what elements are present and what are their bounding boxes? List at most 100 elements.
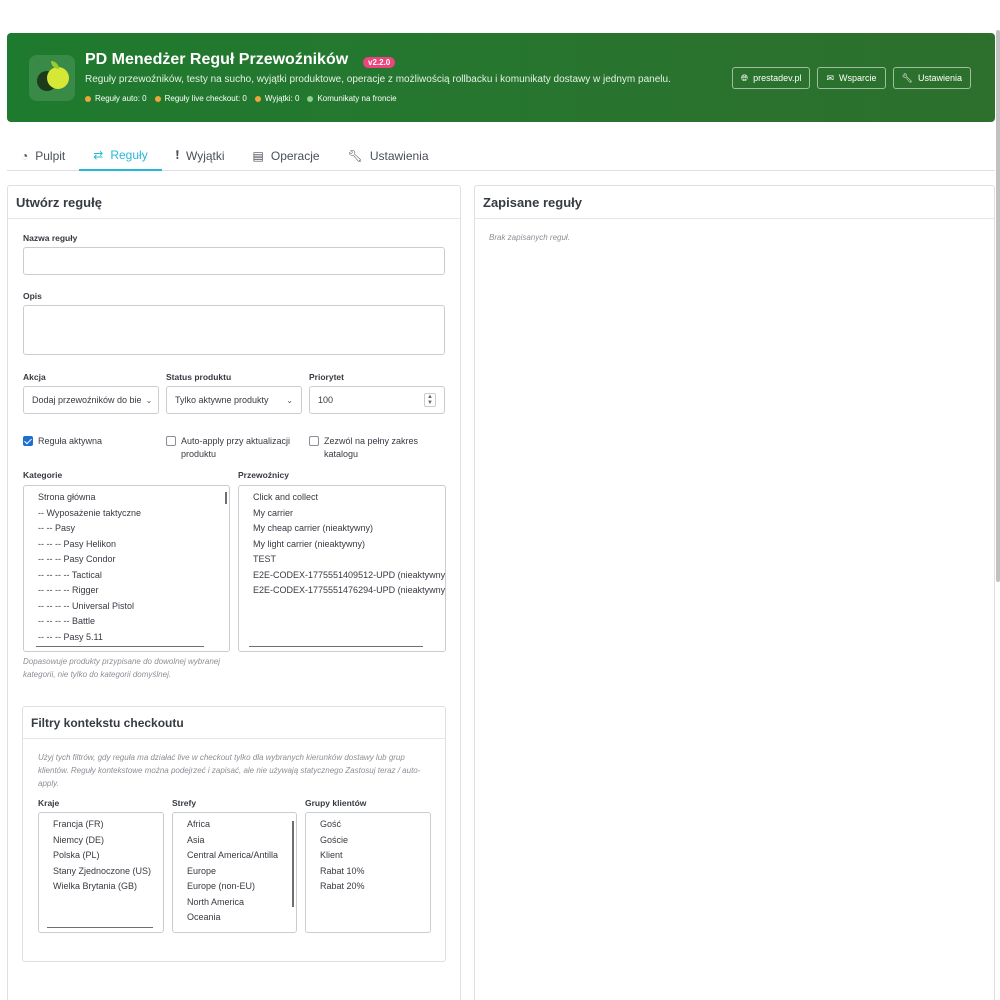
carrier-option[interactable]: E2E-CODEX-1775551476294-UPD (nieaktywny) (253, 583, 445, 599)
saved-rules-title: Zapisane reguły (475, 186, 994, 219)
carrier-option[interactable]: My cheap carrier (nieaktywny) (253, 521, 445, 537)
categories-hint: Dopasowuje produkty przypisane do dowoln… (23, 657, 221, 679)
shuffle-icon: ⇄ (93, 147, 104, 162)
category-option[interactable]: Strona główna (38, 490, 229, 506)
list-icon: ▤ (252, 148, 264, 163)
zone-option[interactable]: Central America/Antilla (187, 848, 286, 864)
countries-listbox[interactable]: Francja (FR) Niemcy (DE) Polska (PL) Sta… (38, 812, 164, 933)
category-option[interactable]: -- -- -- Pasy 5.11 (38, 630, 229, 646)
exclamation-icon: ❗︎ (175, 148, 179, 162)
country-option[interactable]: Stany Zjednoczone (US) (53, 864, 163, 880)
active-checkbox[interactable] (23, 436, 33, 446)
tab-pulpit[interactable]: ◔ Pulpit (7, 140, 79, 171)
tab-operacje[interactable]: ▤ Operacje (239, 140, 334, 171)
wrench-icon: 🔧︎ (901, 72, 913, 83)
category-option[interactable]: -- -- -- -- Battle (38, 614, 229, 630)
zones-label: Strefy (172, 798, 197, 808)
category-option[interactable]: -- -- -- Pasy Helikon (38, 537, 229, 553)
module-logo-icon (29, 55, 75, 101)
country-option[interactable]: Polska (PL) (53, 848, 163, 864)
product-status-select[interactable]: Tylko aktywne produkty ⌄ (166, 386, 302, 414)
header-stats: Reguły auto: 0 Reguły live checkout: 0 W… (85, 94, 397, 103)
autoapply-checkbox[interactable] (166, 436, 176, 446)
country-option[interactable]: Francja (FR) (53, 817, 163, 833)
prestadev-link-button[interactable]: 🌐︎ prestadev.pl (731, 67, 811, 89)
stat-exceptions: Wyjątki: 0 (254, 94, 299, 103)
carrier-option[interactable]: E2E-CODEX-1775551409512-UPD (nieaktywny) (253, 568, 445, 584)
action-select[interactable]: Dodaj przewoźników do bie ⌄ (23, 386, 159, 414)
header-buttons: 🌐︎ prestadev.pl ✉ Wsparcie 🔧︎ Ustawienia (731, 67, 971, 89)
module-subtitle: Reguły przewoźników, testy na sucho, wyj… (85, 74, 671, 85)
tab-ustawienia[interactable]: 🔧︎ Ustawienia (334, 140, 443, 171)
carrier-option[interactable]: My carrier (253, 506, 445, 522)
wrench-icon: 🔧︎ (347, 148, 363, 163)
zone-option[interactable]: Europe (187, 864, 286, 880)
carriers-listbox[interactable]: Click and collect My carrier My cheap ca… (238, 485, 446, 652)
create-rule-title: Utwórz regułę (8, 186, 460, 219)
zone-option[interactable]: Africa (187, 817, 286, 833)
chevron-down-icon: ⌄ (286, 395, 293, 405)
stat-auto-rules: Reguły auto: 0 (85, 94, 147, 103)
group-option[interactable]: Rabat 20% (320, 879, 430, 895)
priority-input[interactable]: 100 ▲ ▼ (309, 386, 445, 414)
category-option[interactable]: -- -- Pasy (38, 521, 229, 537)
carriers-hscrollbar[interactable] (249, 646, 423, 647)
main-tabs: ◔ Pulpit ⇄ Reguły ❗︎ Wyjątki ▤ Operacje 🔧︎ Us… (7, 140, 995, 171)
carrier-option[interactable]: My light carrier (nieaktywny) (253, 537, 445, 553)
category-option[interactable]: -- -- -- -- Rigger (38, 583, 229, 599)
page: PD Menedżer Reguł Przewoźników v2.2.0 Re… (0, 0, 1000, 1000)
categories-listbox[interactable]: Strona główna -- Wyposażenie taktyczne -… (23, 485, 230, 652)
group-option[interactable]: Goście (320, 833, 430, 849)
category-option[interactable]: -- -- -- -- Universal Pistol (38, 599, 229, 615)
stat-front-messages: Komunikaty na froncie (307, 94, 397, 103)
zone-option[interactable]: Oceania (187, 910, 286, 926)
globe-icon: 🌐︎ (740, 72, 749, 83)
customer-groups-listbox[interactable]: Gość Goście Klient Rabat 10% Rabat 20% (305, 812, 431, 933)
zone-option[interactable]: Europe (non-EU) (187, 879, 286, 895)
version-badge: v2.2.0 (363, 57, 396, 68)
carrier-option[interactable]: Click and collect (253, 490, 445, 506)
description-label: Opis (23, 291, 42, 301)
countries-label: Kraje (38, 798, 60, 808)
product-status-label: Status produktu (166, 372, 232, 382)
countries-hscrollbar[interactable] (47, 927, 153, 928)
zones-scrollbar[interactable] (292, 821, 294, 907)
rule-name-label: Nazwa reguły (23, 233, 78, 243)
full-catalog-checkbox-row[interactable]: Zezwól na pełny zakres katalogu (309, 435, 439, 461)
dashboard-icon: ◔ (21, 148, 29, 163)
country-option[interactable]: Niemcy (DE) (53, 833, 163, 849)
action-label: Akcja (23, 372, 46, 382)
country-option[interactable]: Wielka Brytania (GB) (53, 879, 163, 895)
saved-rules-panel: Zapisane reguły Brak zapisanych reguł. (474, 185, 995, 1000)
page-scrollbar[interactable] (996, 30, 1000, 582)
carrier-option[interactable]: TEST (253, 552, 445, 568)
group-option[interactable]: Gość (320, 817, 430, 833)
tab-reguly[interactable]: ⇄ Reguły (79, 140, 162, 171)
checkout-filters-title: Filtry kontekstu checkoutu (23, 707, 445, 739)
module-title: PD Menedżer Reguł Przewoźników (85, 51, 349, 68)
category-option[interactable]: -- -- -- Pasy Condor (38, 552, 229, 568)
zone-option[interactable]: North America (187, 895, 286, 911)
settings-button[interactable]: 🔧︎ Ustawienia (892, 67, 971, 89)
envelope-icon: ✉ (826, 72, 835, 83)
group-option[interactable]: Rabat 10% (320, 864, 430, 880)
support-button[interactable]: ✉ Wsparcie (817, 67, 886, 89)
autoapply-checkbox-row[interactable]: Auto-apply przy aktualizacji produktu (166, 435, 306, 461)
carriers-label: Przewoźnicy (238, 470, 290, 480)
zone-option[interactable]: Asia (187, 833, 286, 849)
tab-wyjatki[interactable]: ❗︎ Wyjątki (162, 140, 239, 171)
category-option[interactable]: -- -- -- -- Tactical (38, 568, 229, 584)
stepper-icon[interactable]: ▲ ▼ (424, 393, 436, 407)
categories-scrollbar[interactable] (225, 492, 227, 504)
header-banner: PD Menedżer Reguł Przewoźników v2.2.0 Re… (7, 33, 995, 122)
categories-hscrollbar[interactable] (36, 646, 204, 647)
description-textarea[interactable] (23, 305, 445, 355)
priority-label: Priorytet (309, 372, 344, 382)
zones-listbox[interactable]: Africa Asia Central America/Antilla Euro… (172, 812, 297, 933)
rule-name-input[interactable] (23, 247, 445, 275)
group-option[interactable]: Klient (320, 848, 430, 864)
chevron-down-icon: ⌄ (145, 395, 153, 405)
active-checkbox-row[interactable]: Reguła aktywna (23, 435, 158, 448)
full-catalog-checkbox[interactable] (309, 436, 319, 446)
category-option[interactable]: -- Wyposażenie taktyczne (38, 506, 229, 522)
